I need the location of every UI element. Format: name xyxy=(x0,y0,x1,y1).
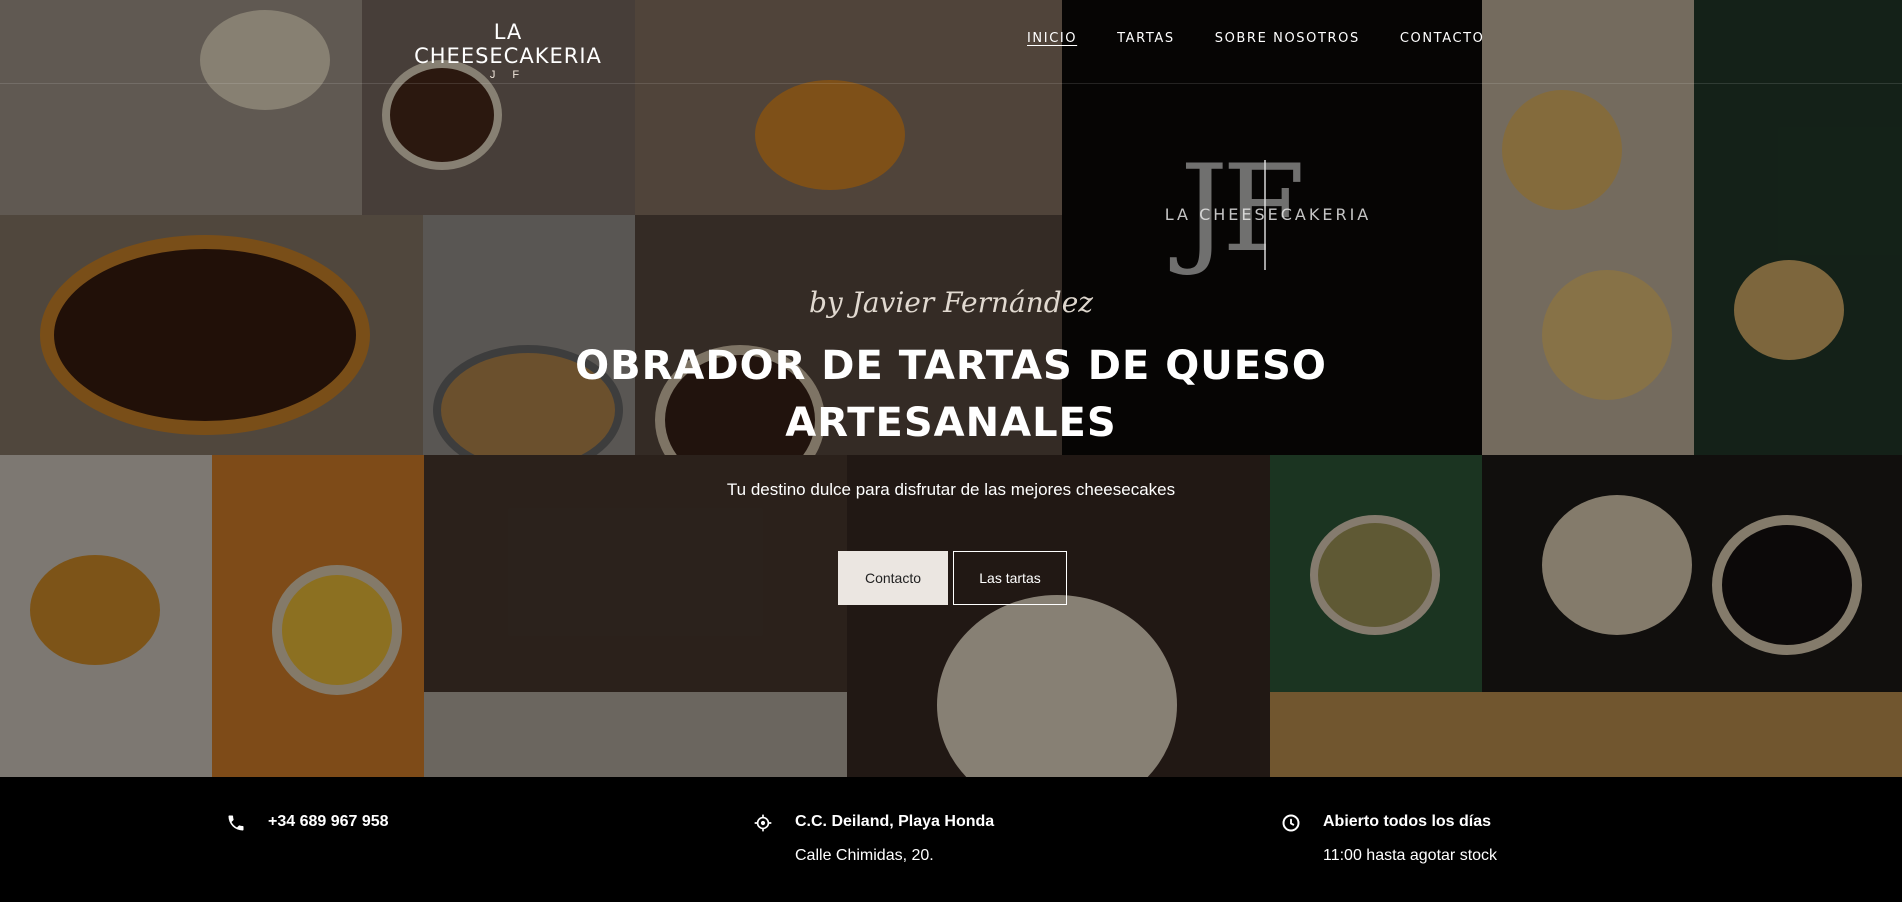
cakes-button[interactable]: Las tartas xyxy=(953,551,1067,605)
hours-line-2: 11:00 hasta agotar stock xyxy=(1323,847,1498,864)
nav-tartas[interactable]: TARTAS xyxy=(1117,31,1175,46)
main-nav: INICIO TARTAS SOBRE NOSOTROS CONTACTO xyxy=(1027,31,1485,46)
photo-tile xyxy=(0,455,212,777)
nav-sobre-nosotros[interactable]: SOBRE NOSOTROS xyxy=(1215,31,1360,46)
photo-tile xyxy=(847,455,1270,777)
hours-line-1: Abierto todos los días xyxy=(1323,813,1492,830)
brand-initials: J F xyxy=(489,69,527,81)
address-line-1: C.C. Deiland, Playa Honda xyxy=(795,813,995,830)
location-icon xyxy=(754,814,772,832)
address-line-2: Calle Chimidas, 20. xyxy=(795,847,934,864)
nav-inicio[interactable]: INICIO xyxy=(1027,31,1077,46)
center-logo: JF LA CHEESECAKERIA xyxy=(1140,150,1400,280)
nav-contacto[interactable]: CONTACTO xyxy=(1400,31,1485,46)
phone-number[interactable]: +34 689 967 958 xyxy=(268,813,389,831)
phone-icon xyxy=(228,815,244,831)
photo-tile xyxy=(212,455,424,777)
hero-section: JF LA CHEESECAKERIA by Javier Fernández … xyxy=(0,0,1902,777)
brand-logo[interactable]: LA CHEESECAKERIA J F xyxy=(398,20,618,81)
hero-headline: OBRADOR DE TARTAS DE QUESO ARTESANALES xyxy=(575,343,1327,446)
clock-icon xyxy=(1282,814,1300,832)
photo-tile xyxy=(0,215,423,455)
site-header: LA CHEESECAKERIA J F INICIO TARTAS SOBRE… xyxy=(0,0,1902,84)
contact-button[interactable]: Contacto xyxy=(838,551,948,605)
brand-name: LA CHEESECAKERIA xyxy=(414,20,602,68)
logo-text: LA CHEESECAKERIA xyxy=(1164,205,1372,224)
hero-byline: by Javier Fernández xyxy=(808,286,1094,319)
photo-tile xyxy=(424,692,847,777)
photo-tile xyxy=(1270,692,1902,777)
info-bar: +34 689 967 958 C.C. Deiland, Playa Hond… xyxy=(0,777,1902,902)
hero-subline: Tu destino dulce para disfrutar de las m… xyxy=(726,480,1176,499)
